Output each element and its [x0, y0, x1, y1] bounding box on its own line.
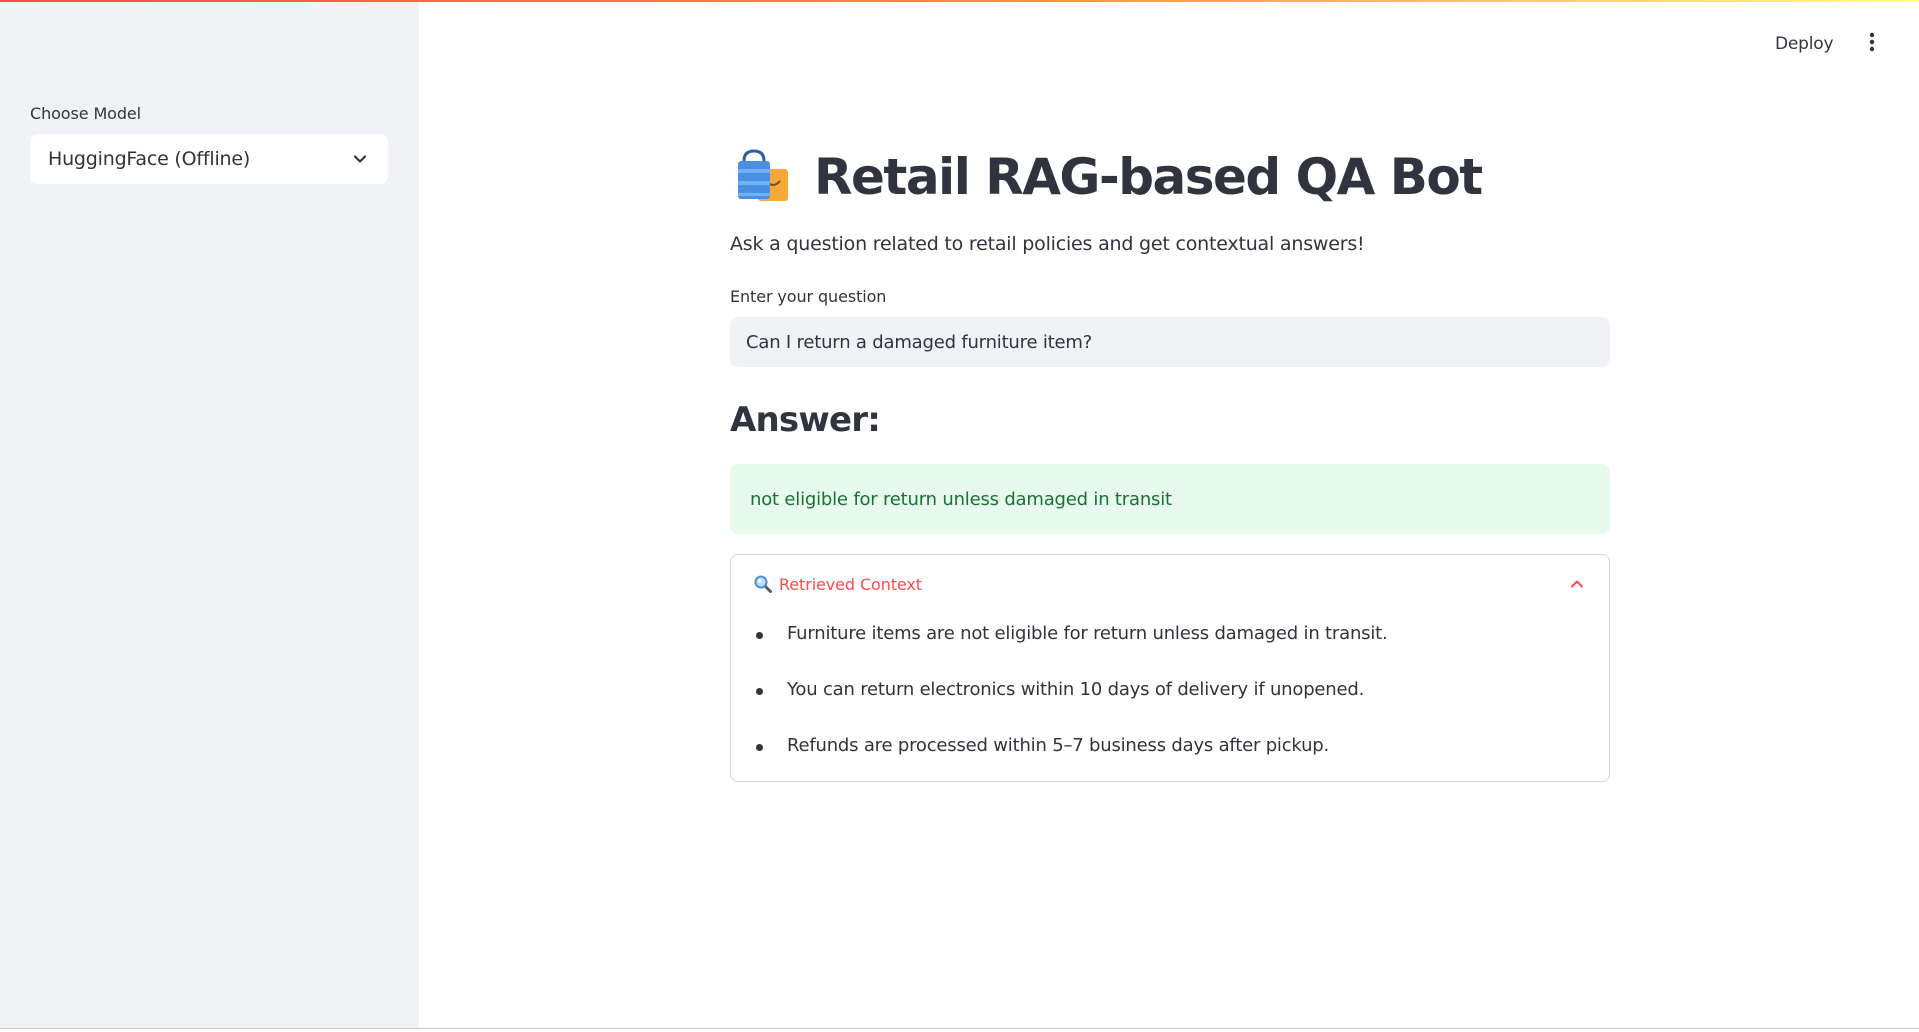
question-input[interactable]	[730, 317, 1610, 367]
app-root: Choose Model HuggingFace (Offline) Deplo…	[0, 0, 1919, 1032]
context-item-text: You can return electronics within 10 day…	[787, 679, 1365, 700]
chevron-down-icon	[350, 149, 370, 169]
more-vertical-icon	[1869, 32, 1875, 56]
model-select-value: HuggingFace (Offline)	[48, 148, 251, 170]
model-select-label: Choose Model	[30, 104, 141, 123]
retrieved-context-title: Retrieved Context	[779, 574, 922, 594]
list-item: Refunds are processed within 5–7 busines…	[731, 735, 1609, 791]
retrieved-context-toggle[interactable]: Retrieved Context	[731, 555, 1609, 613]
deploy-button[interactable]: Deploy	[1765, 28, 1843, 60]
list-item: Furniture items are not eligible for ret…	[731, 623, 1609, 679]
list-item: You can return electronics within 10 day…	[731, 679, 1609, 735]
bullet-icon	[756, 688, 763, 695]
retrieved-context-expander: Retrieved Context Furniture items are no…	[730, 554, 1610, 782]
bottom-divider	[0, 1028, 1919, 1029]
answer-success-box: not eligible for return unless damaged i…	[730, 464, 1610, 534]
page-subtitle: Ask a question related to retail policie…	[730, 233, 1365, 255]
main-menu-button[interactable]	[1856, 28, 1888, 60]
title-row: Retail RAG-based QA Bot	[734, 142, 1483, 212]
chevron-up-icon	[1567, 574, 1587, 594]
top-decoration-bar	[0, 0, 1919, 2]
shopping-bags-icon	[734, 147, 794, 207]
sidebar: Choose Model HuggingFace (Offline)	[0, 0, 419, 1028]
context-item-text: Refunds are processed within 5–7 busines…	[787, 735, 1330, 756]
page-title: Retail RAG-based QA Bot	[814, 148, 1483, 206]
bullet-icon	[756, 744, 763, 751]
model-select[interactable]: HuggingFace (Offline)	[30, 134, 388, 184]
context-item-text: Furniture items are not eligible for ret…	[787, 623, 1388, 644]
context-list: Furniture items are not eligible for ret…	[731, 623, 1609, 791]
answer-heading: Answer:	[730, 400, 881, 440]
magnifier-icon	[753, 574, 773, 594]
answer-text: not eligible for return unless damaged i…	[750, 488, 1172, 510]
question-input-label: Enter your question	[730, 287, 887, 306]
bullet-icon	[756, 632, 763, 639]
